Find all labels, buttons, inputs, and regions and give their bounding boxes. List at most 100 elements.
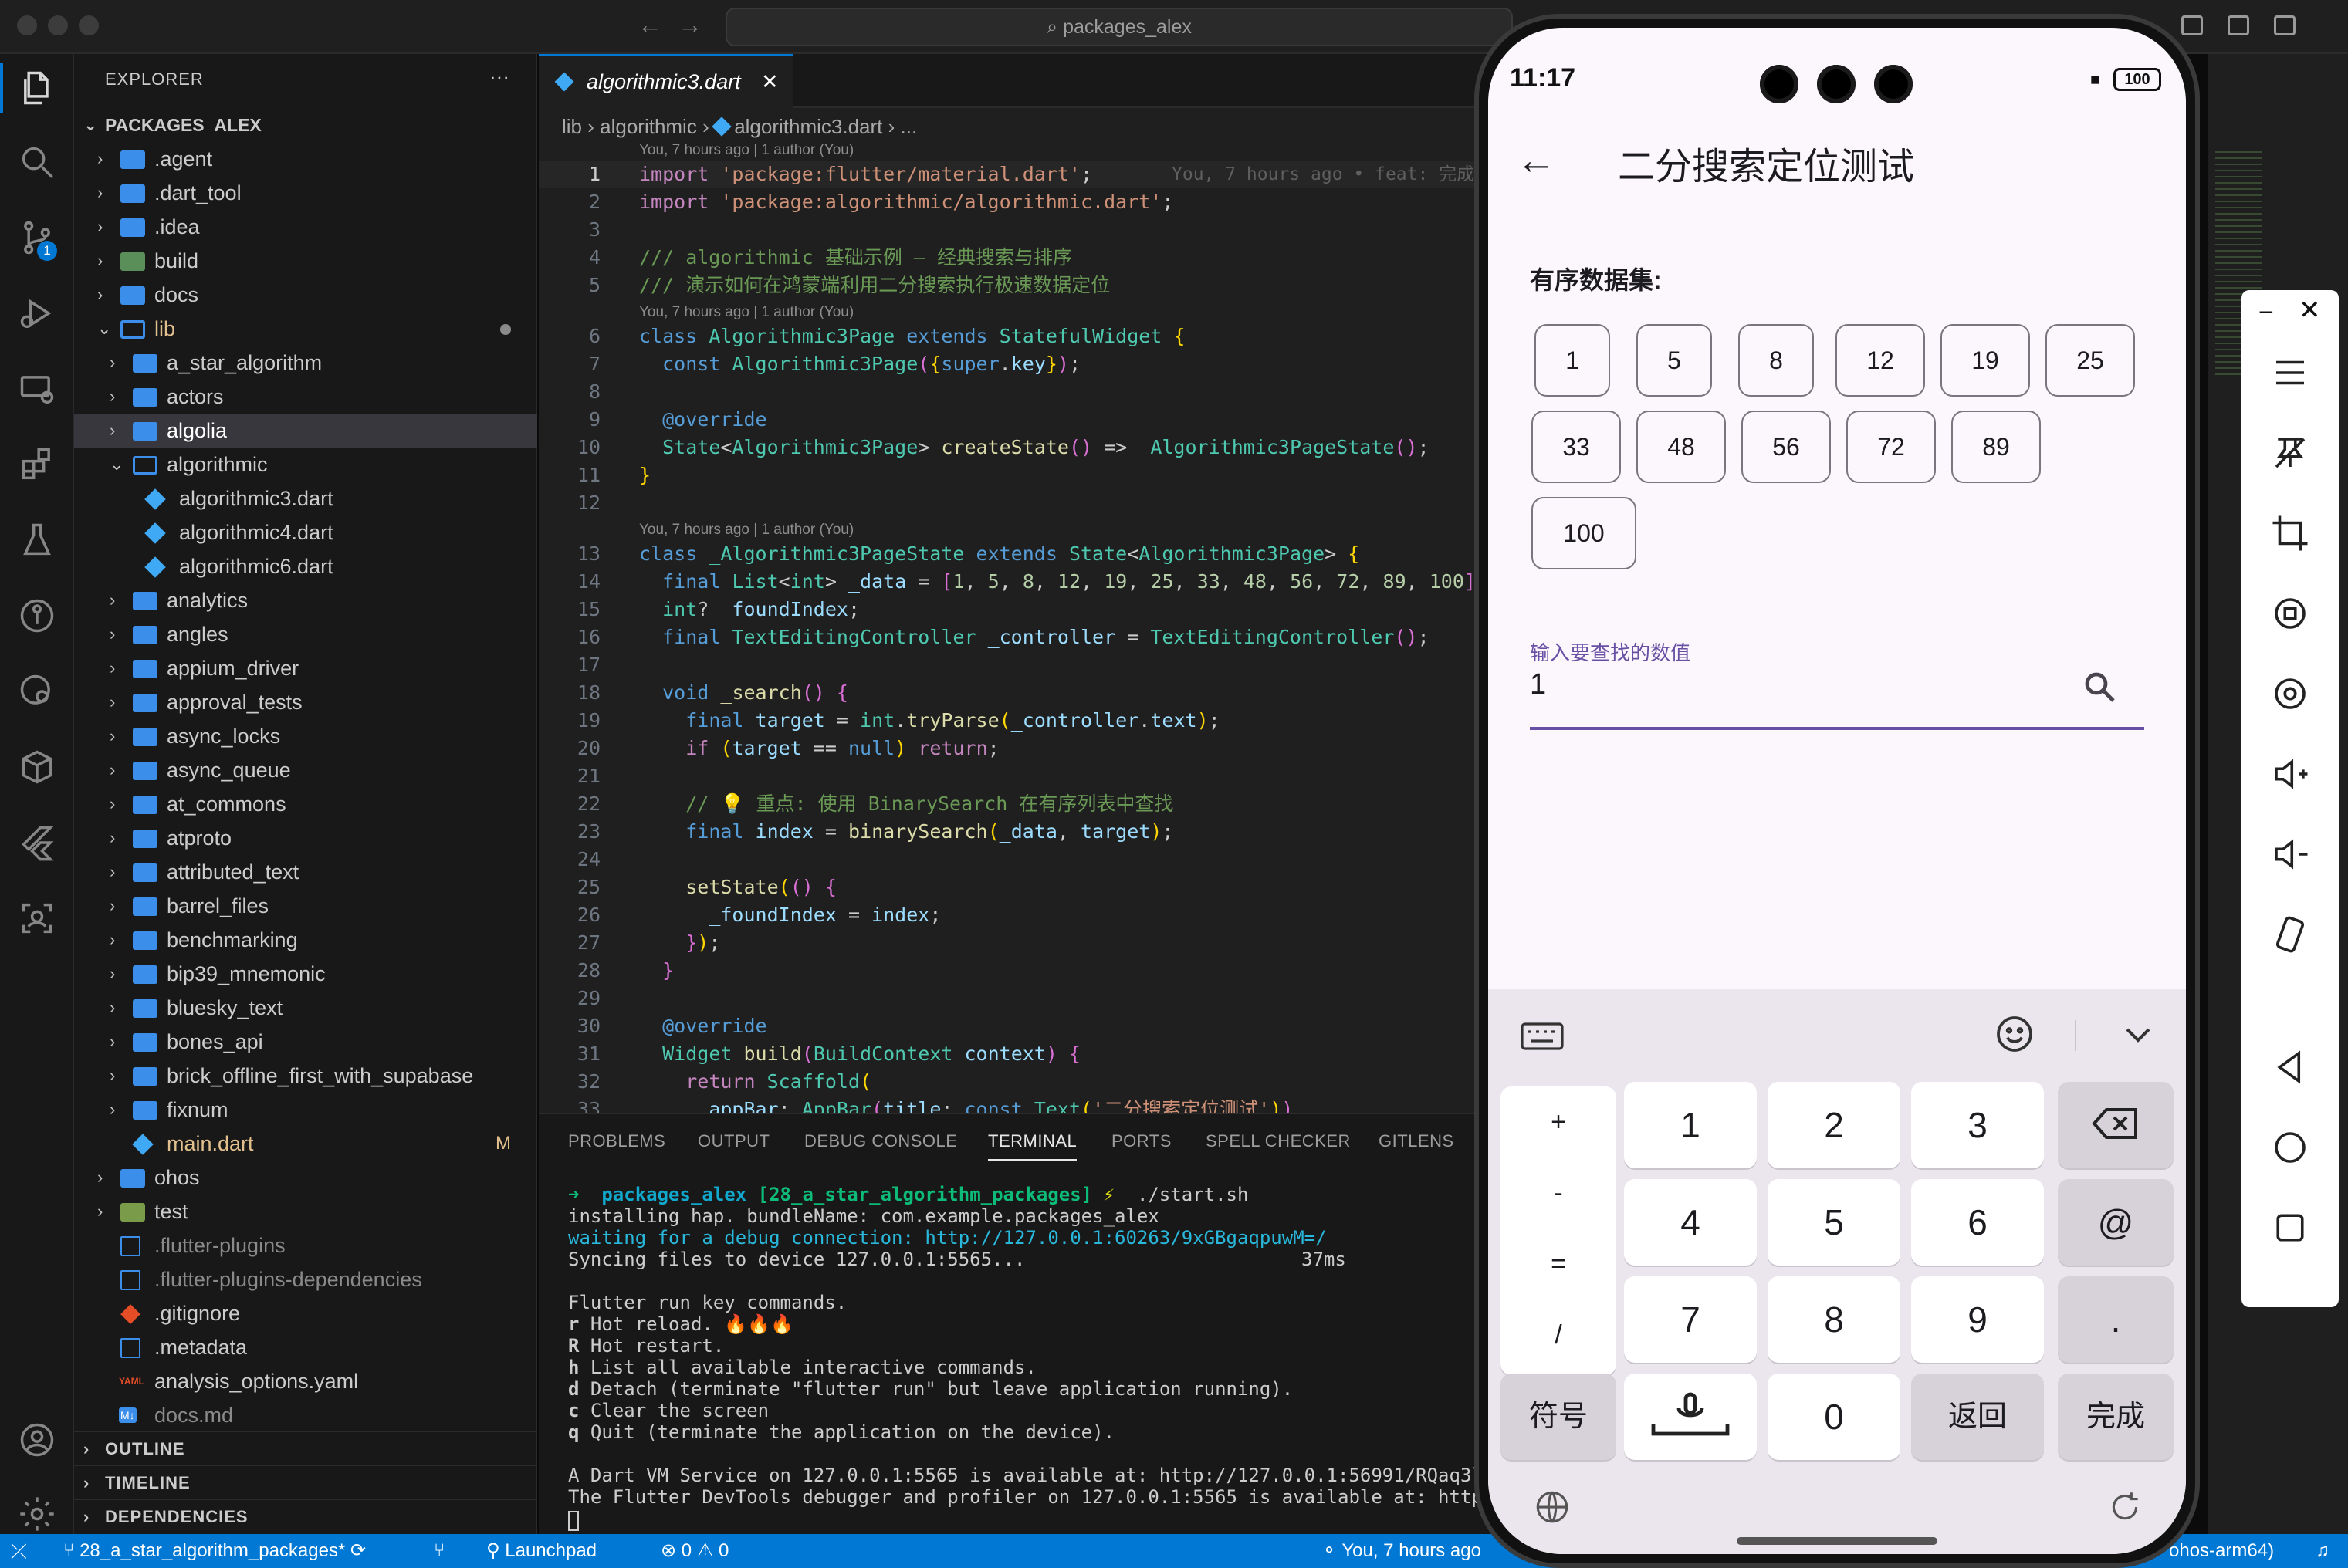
search-icon[interactable] bbox=[2081, 668, 2118, 705]
tab-algorithmic3[interactable]: algorithmic3.dart ✕ bbox=[539, 54, 793, 108]
testing-icon[interactable] bbox=[17, 520, 57, 560]
tree-item[interactable]: .flutter-plugins-dependencies bbox=[74, 1262, 537, 1296]
workspace-root[interactable]: ⌄ PACKAGES_ALEX bbox=[74, 108, 537, 142]
tree-item[interactable]: › .dart_tool bbox=[74, 176, 537, 210]
tree-item[interactable]: › approval_tests bbox=[74, 685, 537, 719]
key-1[interactable]: 1 bbox=[1624, 1082, 1757, 1168]
tree-item[interactable]: algorithmic4.dart bbox=[74, 515, 537, 549]
breadcrumb[interactable]: lib › algorithmic › algorithmic3.dart › … bbox=[562, 111, 917, 142]
timeline-section[interactable]: › TIMELINE bbox=[74, 1465, 537, 1499]
tab-terminal[interactable]: TERMINAL bbox=[988, 1131, 1078, 1161]
remote-explorer-icon[interactable] bbox=[17, 369, 57, 409]
remote-icon[interactable]: ⤫ bbox=[11, 1534, 27, 1568]
volume-down-icon[interactable] bbox=[2269, 833, 2311, 875]
tree-item[interactable]: › build bbox=[74, 244, 537, 278]
tree-item[interactable]: › algolia bbox=[74, 414, 537, 448]
tree-item[interactable]: .metadata bbox=[74, 1330, 537, 1364]
customize-layout-icon[interactable] bbox=[2274, 15, 2296, 35]
tree-item[interactable]: › analytics bbox=[74, 583, 537, 617]
forward-arrow-icon[interactable]: → bbox=[678, 11, 702, 39]
tab-ports[interactable]: PORTS bbox=[1111, 1131, 1172, 1151]
close-window-button[interactable] bbox=[17, 15, 37, 35]
tree-item[interactable]: › .idea bbox=[74, 210, 537, 244]
tree-item[interactable]: › actors bbox=[74, 380, 537, 414]
at-key[interactable]: @ bbox=[2058, 1179, 2174, 1266]
key-9[interactable]: 9 bbox=[1911, 1276, 2044, 1363]
problems-item[interactable]: ⊗ 0 ⚠ 0 bbox=[661, 1534, 729, 1568]
branch-item[interactable]: ⑂ 28_a_star_algorithm_packages* ⟳ bbox=[63, 1534, 366, 1568]
tab-spell-checker[interactable]: SPELL CHECKER bbox=[1206, 1131, 1351, 1151]
tree-item[interactable]: .flutter-plugins bbox=[74, 1228, 537, 1262]
settings-gear-icon[interactable] bbox=[17, 1494, 57, 1534]
tab-gitlens[interactable]: GITLENS bbox=[1379, 1131, 1454, 1151]
command-center-search[interactable]: ⌕ packages_alex bbox=[726, 8, 1513, 46]
inspector-icon[interactable] bbox=[17, 898, 57, 938]
close-tab-icon[interactable]: ✕ bbox=[761, 56, 779, 107]
tree-item[interactable]: ⌄ algorithmic bbox=[74, 448, 537, 482]
emoji-icon[interactable] bbox=[1993, 1012, 2036, 1056]
tab-problems[interactable]: PROBLEMS bbox=[568, 1131, 665, 1151]
tree-item[interactable]: › barrel_files bbox=[74, 889, 537, 923]
tree-item[interactable]: algorithmic3.dart bbox=[74, 482, 537, 515]
tree-item[interactable]: › brick_offline_first_with_supabase bbox=[74, 1059, 537, 1093]
notifications-bell-icon[interactable]: ♫ bbox=[2316, 1534, 2329, 1568]
rotate-icon[interactable] bbox=[2106, 1488, 2144, 1526]
tree-item[interactable]: › angles bbox=[74, 617, 537, 651]
symbols-key[interactable]: 符号 bbox=[1500, 1374, 1616, 1460]
back-arrow-icon[interactable]: ← bbox=[638, 11, 662, 39]
tree-item[interactable]: ⌄ lib bbox=[74, 312, 537, 346]
tree-item[interactable]: › fixnum bbox=[74, 1093, 537, 1127]
dot-key[interactable]: . bbox=[2058, 1276, 2174, 1363]
tree-item[interactable]: .gitignore bbox=[74, 1296, 537, 1330]
tree-item[interactable]: › docs bbox=[74, 278, 537, 312]
launchpad-item[interactable]: ⚲ Launchpad bbox=[486, 1534, 597, 1568]
key-6[interactable]: 6 bbox=[1911, 1179, 2044, 1266]
tree-item[interactable]: › .agent bbox=[74, 142, 537, 176]
back-triangle-icon[interactable] bbox=[2269, 1046, 2311, 1088]
chevron-down-icon[interactable] bbox=[2120, 1015, 2157, 1053]
tree-item[interactable]: › ohos bbox=[74, 1161, 537, 1195]
tree-item[interactable]: › bip39_mnemonic bbox=[74, 957, 537, 991]
zoom-window-button[interactable] bbox=[79, 15, 99, 35]
tree-item[interactable]: › async_locks bbox=[74, 719, 537, 753]
volume-up-icon[interactable] bbox=[2269, 753, 2311, 795]
tree-item[interactable]: M↓ docs.md bbox=[74, 1398, 537, 1432]
rotate-right-icon[interactable] bbox=[2269, 673, 2311, 715]
search-input[interactable]: 输入要查找的数值 1 bbox=[1530, 637, 2144, 730]
tree-item[interactable]: › attributed_text bbox=[74, 855, 537, 889]
tab-output[interactable]: OUTPUT bbox=[698, 1131, 770, 1151]
terminal[interactable]: ➜ packages_alex [28_a_star_algorithm_pac… bbox=[539, 1184, 1542, 1536]
back-key[interactable]: 返回 bbox=[1911, 1374, 2044, 1460]
minus-key[interactable]: - bbox=[1500, 1157, 1616, 1228]
tree-item[interactable]: › bluesky_text bbox=[74, 991, 537, 1025]
equals-key[interactable]: = bbox=[1500, 1228, 1616, 1299]
blame-item[interactable]: ⚬ You, 7 hours ago bbox=[1321, 1534, 1481, 1568]
key-2[interactable]: 2 bbox=[1768, 1082, 1900, 1168]
rotate-device-icon[interactable] bbox=[2269, 914, 2311, 955]
key-5[interactable]: 5 bbox=[1768, 1179, 1900, 1266]
tree-item[interactable]: › async_queue bbox=[74, 753, 537, 787]
tree-item[interactable]: algorithmic6.dart bbox=[74, 549, 537, 583]
key-4[interactable]: 4 bbox=[1624, 1179, 1757, 1266]
package-icon[interactable] bbox=[17, 747, 57, 787]
keyboard-icon[interactable] bbox=[1519, 1015, 1565, 1054]
account-icon[interactable] bbox=[17, 1420, 57, 1460]
plus-key[interactable]: + bbox=[1500, 1086, 1616, 1157]
done-key[interactable]: 完成 bbox=[2058, 1374, 2174, 1460]
minimize-window-button[interactable] bbox=[48, 15, 68, 35]
pin-off-icon[interactable] bbox=[2269, 432, 2311, 474]
run-debug-icon[interactable] bbox=[17, 293, 57, 333]
space-key[interactable] bbox=[1624, 1374, 1757, 1460]
rotate-left-icon[interactable] bbox=[2269, 593, 2311, 634]
docker-icon[interactable] bbox=[17, 671, 57, 711]
tree-item[interactable]: › appium_driver bbox=[74, 651, 537, 685]
home-indicator[interactable] bbox=[1737, 1537, 1937, 1545]
key-0[interactable]: 0 bbox=[1768, 1374, 1900, 1460]
key-8[interactable]: 8 bbox=[1768, 1276, 1900, 1363]
dependencies-section[interactable]: › DEPENDENCIES bbox=[74, 1499, 537, 1533]
tab-debug-console[interactable]: DEBUG CONSOLE bbox=[804, 1131, 957, 1151]
flutter-icon[interactable] bbox=[17, 823, 57, 863]
outline-section[interactable]: › OUTLINE bbox=[74, 1431, 537, 1465]
key-7[interactable]: 7 bbox=[1624, 1276, 1757, 1363]
backspace-key[interactable] bbox=[2058, 1082, 2174, 1168]
